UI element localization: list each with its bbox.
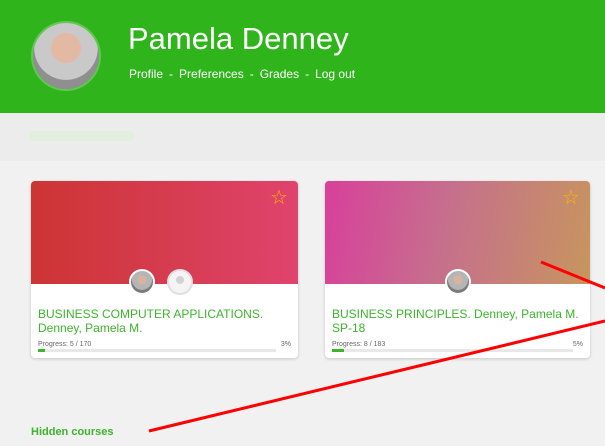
course-title[interactable]: BUSINESS PRINCIPLES. Denney, Pamela M. S… bbox=[332, 307, 582, 335]
progress-fill bbox=[332, 349, 345, 352]
content-toolbar bbox=[0, 113, 605, 161]
course-progress-percent: 3% bbox=[280, 341, 291, 348]
nav-separator: - bbox=[305, 67, 310, 81]
preferences-link[interactable]: Preferences bbox=[179, 67, 244, 81]
nav-separator: - bbox=[169, 67, 174, 81]
course-progress-label: Progress: 8 / 183 bbox=[332, 341, 386, 348]
nav-separator: - bbox=[249, 67, 254, 81]
hidden-courses-link[interactable]: Hidden courses bbox=[31, 425, 114, 439]
progress-fill bbox=[38, 349, 46, 352]
course-card[interactable]: ☆ BUSINESS COMPUTER APPLICATIONS. Denney… bbox=[31, 181, 298, 358]
course-card[interactable]: ☆ BUSINESS PRINCIPLES. Denney, Pamela M.… bbox=[325, 181, 590, 358]
course-title[interactable]: BUSINESS COMPUTER APPLICATIONS. Denney, … bbox=[38, 307, 288, 335]
star-icon[interactable]: ☆ bbox=[560, 187, 582, 209]
course-progress-label: Progress: 5 / 170 bbox=[38, 341, 92, 348]
progress-bar bbox=[332, 349, 573, 352]
teacher-avatar bbox=[445, 269, 471, 295]
profile-avatar[interactable] bbox=[33, 23, 99, 89]
blurred-breadcrumb bbox=[30, 131, 134, 141]
course-progress-percent: 5% bbox=[572, 341, 583, 348]
default-user-avatar bbox=[167, 269, 193, 295]
profile-header: Pamela Denney Profile - Preferences - Grades… bbox=[0, 0, 605, 113]
progress-bar bbox=[38, 349, 276, 352]
user-name: Pamela Denney bbox=[128, 21, 349, 56]
teacher-avatar bbox=[129, 269, 155, 295]
profile-link[interactable]: Profile bbox=[129, 67, 163, 81]
course-banner bbox=[31, 181, 298, 284]
logout-link[interactable]: Log out bbox=[315, 67, 355, 81]
user-nav: Profile - Preferences - Grades - Log out bbox=[129, 66, 355, 82]
star-icon[interactable]: ☆ bbox=[268, 187, 290, 209]
grades-link[interactable]: Grades bbox=[260, 67, 299, 81]
